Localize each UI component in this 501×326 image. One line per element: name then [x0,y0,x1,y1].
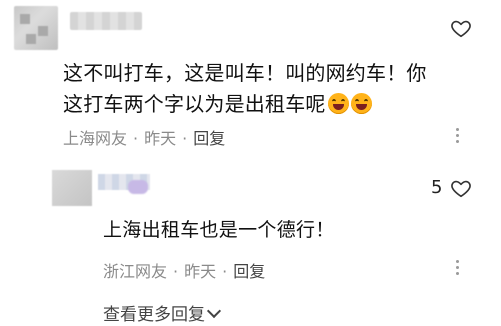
more-options-icon[interactable] [456,128,460,146]
view-more-replies-button[interactable]: 查看更多回复 [103,300,222,325]
avatar[interactable] [14,6,58,50]
reply-button[interactable]: 回复 [193,129,225,148]
reply-location: 浙江网友 [103,262,168,281]
comment-text: 这不叫打车，这是叫车！叫的网约车！你 这打车两个字以为是出租车呢 [63,58,463,120]
comment-text-line2: 这打车两个字以为是出租车呢 [63,92,326,116]
separator-dot: · [173,262,179,281]
grinning-face-emoji-icon [327,93,349,114]
comment-time: 昨天 [144,129,177,148]
view-more-label: 查看更多回复 [103,305,205,325]
like-count: 5 [431,177,443,198]
separator-dot: · [182,129,188,148]
more-options-icon[interactable] [456,260,460,278]
reply-time: 昨天 [184,262,217,281]
comment-text-line1: 这不叫打车，这是叫车！叫的网约车！你 [63,61,427,85]
grinning-face-emoji-icon [350,93,372,114]
comment-text-line2-wrap: 这打车两个字以为是出租车呢 [63,89,463,120]
separator-dot: · [222,262,228,281]
user-badge-blurred [128,180,148,194]
reply-text: 上海出租车也是一个德行！ [103,219,335,241]
reply-meta: 浙江网友 · 昨天 · 回复 [103,258,265,282]
comment-meta: 上海网友 · 昨天 · 回复 [63,125,225,149]
reply-button[interactable]: 回复 [233,262,265,281]
heart-icon[interactable] [450,177,472,199]
chevron-down-icon [206,303,222,319]
avatar[interactable] [52,170,92,206]
heart-icon[interactable] [450,17,472,39]
username-blurred[interactable] [70,12,142,30]
separator-dot: · [133,129,139,148]
comment-location: 上海网友 [63,129,128,148]
